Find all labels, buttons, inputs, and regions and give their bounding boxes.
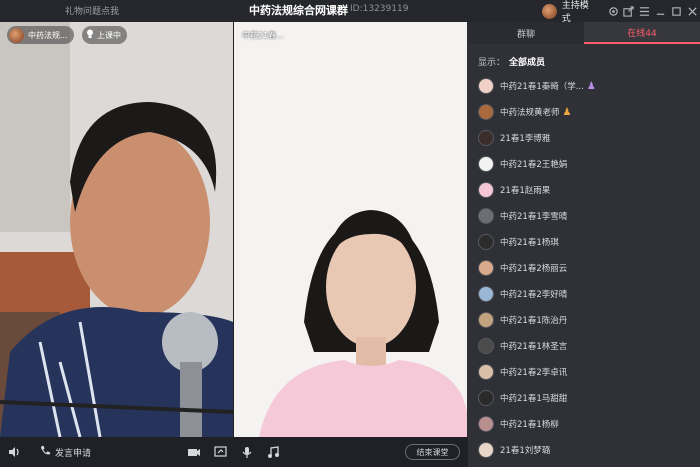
speak-request-label: 发言申请 (55, 448, 92, 459)
member-name: 中药21春2李卓讯 (500, 368, 568, 378)
member-name: 21春1赵雨果 (500, 186, 551, 196)
titlebar-controls: 主持模式 (542, 0, 700, 24)
host-avatar (542, 3, 557, 19)
lightbulb-icon (86, 29, 94, 41)
avatar (478, 156, 494, 172)
member-item[interactable]: 中药21春1杨琪 (478, 232, 559, 252)
member-name: 中药21春1秦畸（学... (500, 82, 584, 92)
member-item[interactable]: 21春1赵雨果 (478, 180, 550, 200)
window-title: 中药法规综合网课群 (249, 4, 348, 17)
settings-icon[interactable] (605, 1, 621, 21)
member-item[interactable]: 21春1刘梦璐 (478, 440, 550, 460)
avatar (478, 234, 494, 250)
panel-tabs: 群聊 在线44 (468, 22, 700, 44)
screen-share-icon[interactable] (214, 437, 227, 467)
volume-icon[interactable] (8, 437, 20, 467)
avatar (478, 390, 494, 406)
member-item[interactable]: 中药21春1林圣言 (478, 336, 567, 356)
share-icon[interactable] (621, 1, 637, 21)
tab-online[interactable]: 在线44 (584, 22, 700, 44)
avatar (478, 364, 494, 380)
member-item[interactable]: 中药法规黄老师 ♟ (478, 102, 571, 122)
member-name: 中药21春1杨琪 (500, 238, 559, 248)
minimize-icon[interactable] (653, 1, 669, 21)
member-name: 中药21春2王艳娟 (500, 160, 568, 170)
teacher-video[interactable]: 中药法规... 上课中 (0, 22, 233, 437)
mode-label[interactable]: 主持模式 (562, 0, 598, 24)
member-item[interactable]: 中药21春2杨丽云 (478, 258, 567, 278)
student-video-frame (234, 22, 467, 437)
music-icon[interactable] (267, 437, 279, 467)
menu-icon[interactable] (637, 1, 653, 21)
member-item[interactable]: 21春1李博雅 (478, 128, 550, 148)
teacher-name: 中药法规... (28, 30, 68, 40)
teacher-video-frame (0, 22, 233, 437)
member-name: 中药21春1李雪晴 (500, 212, 568, 222)
member-item[interactable]: 中药21春1杨柳 (478, 414, 559, 434)
member-name: 中药21春1马甜甜 (500, 394, 568, 404)
member-name: 中药21春1杨柳 (500, 420, 559, 430)
camera-icon[interactable] (187, 437, 201, 467)
mic-icon[interactable] (242, 437, 252, 467)
member-name: 中药21春2李好晴 (500, 290, 568, 300)
avatar (478, 78, 494, 94)
avatar (478, 312, 494, 328)
member-name: 21春1刘梦璐 (500, 446, 551, 456)
member-item[interactable]: 中药21春1陈治丹 (478, 310, 567, 330)
filter-label: 显示： (478, 58, 506, 68)
avatar (478, 442, 494, 458)
member-item[interactable]: 中药21春1马甜甜 (478, 388, 567, 408)
speak-request-button[interactable]: 发言申请 (40, 437, 91, 467)
member-name: 中药21春1陈治丹 (500, 316, 568, 326)
avatar (478, 104, 494, 120)
class-status-text: 上课中 (97, 30, 121, 40)
avatar (478, 416, 494, 432)
end-class-button[interactable]: 结束课堂 (405, 444, 460, 460)
room-id: ID:13239119 (350, 4, 409, 14)
avatar (478, 286, 494, 302)
teacher-avatar (9, 27, 24, 43)
member-item[interactable]: 中药21春1秦畸（学... ♟ (478, 76, 596, 96)
member-name: 中药21春2杨丽云 (500, 264, 568, 274)
maximize-icon[interactable] (668, 1, 684, 21)
member-name: 中药21春1林圣言 (500, 342, 568, 352)
avatar (478, 338, 494, 354)
bottom-toolbar: 发言申请 结束课堂 (0, 437, 468, 467)
member-filter[interactable]: 显示： 全部成员 (478, 55, 545, 68)
close-icon[interactable] (684, 1, 700, 21)
class-status-badge: 上课中 (82, 26, 127, 44)
teacher-name-tag: 中药法规... (7, 26, 74, 44)
gift-help-link[interactable]: 礼物问题点我 (65, 4, 119, 17)
member-name: 中药法规黄老师 (500, 108, 560, 118)
avatar (478, 182, 494, 198)
title-bar: 礼物问题点我 中药法规综合网课群 ID:13239119 主持模式 (0, 0, 700, 24)
avatar (478, 208, 494, 224)
avatar (478, 130, 494, 146)
avatar (478, 260, 494, 276)
member-item[interactable]: 中药21春2王艳娟 (478, 154, 567, 174)
tab-group-chat[interactable]: 群聊 (468, 22, 584, 44)
student-name-tag: 中药21春... (242, 31, 284, 40)
phone-icon (40, 445, 51, 459)
role-badge-icon: ♟ (586, 80, 596, 92)
role-badge-icon: ♟ (562, 106, 572, 118)
member-name: 21春1李博雅 (500, 134, 551, 144)
member-item[interactable]: 中药21春2李好晴 (478, 284, 567, 304)
member-item[interactable]: 中药21春1李雪晴 (478, 206, 567, 226)
member-item[interactable]: 中药21春2李卓讯 (478, 362, 567, 382)
filter-value: 全部成员 (509, 58, 546, 68)
student-video[interactable]: 中药21春... (234, 22, 467, 437)
member-panel: 群聊 在线44 显示： 全部成员 中药21春1秦畸（学... ♟ 中药法规黄老师 ♟ 21… (468, 22, 700, 467)
